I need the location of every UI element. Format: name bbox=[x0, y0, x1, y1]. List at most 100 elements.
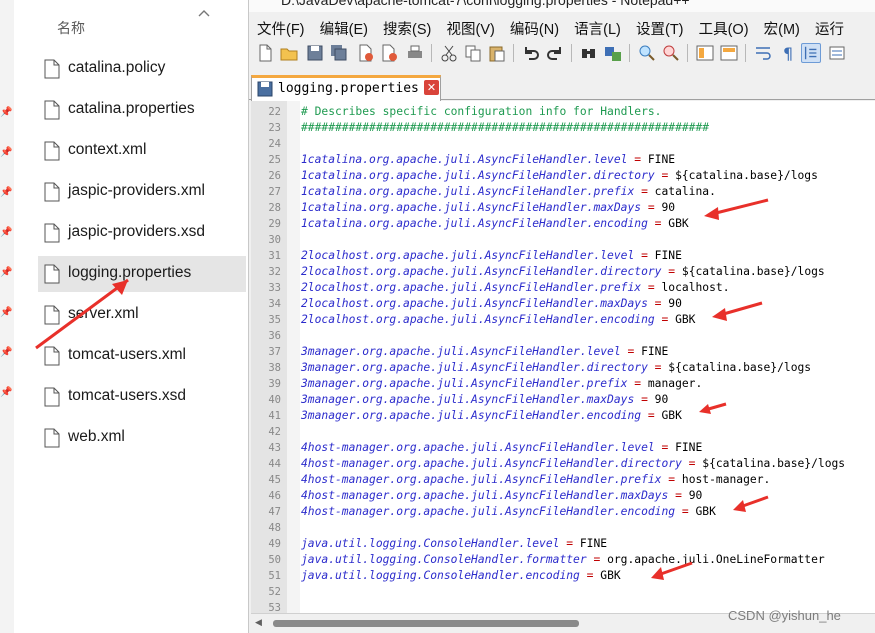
code-line[interactable]: 25 1catalina.org.apache.juli.AsyncFileHan… bbox=[251, 152, 875, 168]
title-bar[interactable]: D:\JavaDev\apache-tomcat-7\conf\logging.… bbox=[249, 0, 875, 12]
line-number: 23 bbox=[268, 122, 281, 134]
file-item[interactable]: catalina.policy bbox=[38, 51, 246, 87]
assignment-operator: = bbox=[647, 217, 669, 230]
code-line[interactable]: 22 # Describes specific configuration inf… bbox=[251, 104, 875, 120]
line-number: 43 bbox=[268, 442, 281, 454]
code-line[interactable]: 28 1catalina.org.apache.juli.AsyncFileHan… bbox=[251, 200, 875, 216]
file-item[interactable]: jaspic-providers.xml bbox=[38, 174, 246, 210]
code-editor[interactable]: 22 # Describes specific configuration inf… bbox=[251, 101, 875, 614]
column-header-name[interactable]: 名称 bbox=[57, 18, 85, 38]
menu-view[interactable]: 视图(V) bbox=[438, 14, 494, 39]
code-line[interactable]: 34 2localhost.org.apache.juli.AsyncFileHa… bbox=[251, 296, 875, 312]
pin-icon[interactable]: 📌 bbox=[0, 347, 12, 359]
property-key: 2localhost.org.apache.juli.AsyncFileHand… bbox=[301, 313, 655, 326]
pin-icon[interactable]: 📌 bbox=[0, 267, 12, 279]
cut-icon[interactable] bbox=[439, 43, 459, 63]
code-line[interactable]: 37 3manager.org.apache.juli.AsyncFileHand… bbox=[251, 344, 875, 360]
menu-settings[interactable]: 设置(T) bbox=[628, 14, 684, 39]
scrollbar-thumb[interactable] bbox=[273, 620, 579, 627]
menu-file[interactable]: 文件(F) bbox=[249, 14, 305, 39]
pin-icon[interactable]: 📌 bbox=[0, 107, 12, 119]
pin-icon[interactable]: 📌 bbox=[0, 227, 12, 239]
code-line[interactable]: 23 ######################################… bbox=[251, 120, 875, 136]
copy-icon[interactable] bbox=[463, 43, 483, 63]
menu-encoding[interactable]: 编码(N) bbox=[502, 14, 559, 39]
code-line[interactable]: 48 bbox=[251, 520, 875, 536]
indent-guide-icon[interactable] bbox=[801, 43, 821, 63]
toolbar-more-icon[interactable] bbox=[827, 43, 847, 63]
sync-vertical-icon[interactable] bbox=[695, 43, 715, 63]
open-file-icon[interactable] bbox=[279, 43, 299, 63]
code-line[interactable]: 30 bbox=[251, 232, 875, 248]
file-item[interactable]: context.xml bbox=[38, 133, 246, 169]
code-line[interactable]: 45 4host-manager.org.apache.juli.AsyncFil… bbox=[251, 472, 875, 488]
file-item[interactable]: catalina.properties bbox=[38, 92, 246, 128]
code-line[interactable]: 36 bbox=[251, 328, 875, 344]
code-line[interactable]: 41 3manager.org.apache.juli.AsyncFileHand… bbox=[251, 408, 875, 424]
code-line[interactable]: 33 2localhost.org.apache.juli.AsyncFileHa… bbox=[251, 280, 875, 296]
file-icon bbox=[44, 346, 60, 366]
pin-icon[interactable]: 📌 bbox=[0, 307, 12, 319]
code-line[interactable]: 35 2localhost.org.apache.juli.AsyncFileHa… bbox=[251, 312, 875, 328]
file-item[interactable]: tomcat-users.xsd bbox=[38, 379, 246, 415]
menu-search[interactable]: 搜索(S) bbox=[375, 14, 431, 39]
file-icon bbox=[44, 223, 60, 243]
sort-chevron-up-icon[interactable] bbox=[196, 6, 212, 20]
redo-icon[interactable] bbox=[545, 43, 565, 63]
file-item[interactable]: jaspic-providers.xsd bbox=[38, 215, 246, 251]
print-icon[interactable] bbox=[405, 43, 425, 63]
undo-icon[interactable] bbox=[521, 43, 541, 63]
code-line[interactable]: 32 2localhost.org.apache.juli.AsyncFileHa… bbox=[251, 264, 875, 280]
show-all-chars-icon[interactable]: ¶ bbox=[777, 43, 797, 63]
code-line[interactable]: 52 bbox=[251, 584, 875, 600]
close-file-icon[interactable] bbox=[355, 43, 375, 63]
code-line[interactable]: 46 4host-manager.org.apache.juli.AsyncFil… bbox=[251, 488, 875, 504]
code-line[interactable]: 39 3manager.org.apache.juli.AsyncFileHand… bbox=[251, 376, 875, 392]
code-line[interactable]: 44 4host-manager.org.apache.juli.AsyncFil… bbox=[251, 456, 875, 472]
code-line[interactable]: 40 3manager.org.apache.juli.AsyncFileHand… bbox=[251, 392, 875, 408]
line-number: 41 bbox=[268, 410, 281, 422]
code-line[interactable]: 49 java.util.logging.ConsoleHandler.level… bbox=[251, 536, 875, 552]
file-item[interactable]: web.xml bbox=[38, 420, 246, 456]
property-key: 2localhost.org.apache.juli.AsyncFileHand… bbox=[301, 249, 635, 262]
pin-icon[interactable]: 📌 bbox=[0, 147, 12, 159]
menu-tools[interactable]: 工具(O) bbox=[691, 14, 749, 39]
find-icon[interactable] bbox=[579, 43, 599, 63]
word-wrap-icon[interactable] bbox=[753, 43, 773, 63]
menu-macro[interactable]: 宏(M) bbox=[756, 14, 800, 39]
zoom-out-icon[interactable] bbox=[661, 43, 681, 63]
code-line[interactable]: 24 bbox=[251, 136, 875, 152]
code-line[interactable]: 38 3manager.org.apache.juli.AsyncFileHand… bbox=[251, 360, 875, 376]
replace-icon[interactable] bbox=[603, 43, 623, 63]
close-all-icon[interactable] bbox=[379, 43, 399, 63]
file-icon bbox=[44, 100, 60, 120]
file-item[interactable]: tomcat-users.xml bbox=[38, 338, 246, 374]
property-key: 4host-manager.org.apache.juli.AsyncFileH… bbox=[301, 505, 676, 518]
code-line[interactable]: 31 2localhost.org.apache.juli.AsyncFileHa… bbox=[251, 248, 875, 264]
tab-logging-properties[interactable]: logging.properties ✕ bbox=[251, 75, 441, 101]
save-all-icon[interactable] bbox=[329, 43, 349, 63]
scroll-left-icon[interactable]: ◀ bbox=[255, 617, 265, 629]
code-line[interactable]: 26 1catalina.org.apache.juli.AsyncFileHan… bbox=[251, 168, 875, 184]
paste-icon[interactable] bbox=[487, 43, 507, 63]
code-line[interactable]: 43 4host-manager.org.apache.juli.AsyncFil… bbox=[251, 440, 875, 456]
code-line[interactable]: 51 java.util.logging.ConsoleHandler.encod… bbox=[251, 568, 875, 584]
pin-icon[interactable]: 📌 bbox=[0, 387, 12, 399]
code-line[interactable]: 29 1catalina.org.apache.juli.AsyncFileHan… bbox=[251, 216, 875, 232]
code-line[interactable]: 47 4host-manager.org.apache.juli.AsyncFil… bbox=[251, 504, 875, 520]
code-line[interactable]: 50 java.util.logging.ConsoleHandler.forma… bbox=[251, 552, 875, 568]
assignment-operator: = bbox=[654, 313, 676, 326]
menu-language[interactable]: 语言(L) bbox=[566, 14, 621, 39]
menu-edit[interactable]: 编辑(E) bbox=[312, 14, 368, 39]
menu-run[interactable]: 运行 bbox=[807, 14, 844, 39]
code-line[interactable]: 27 1catalina.org.apache.juli.AsyncFileHan… bbox=[251, 184, 875, 200]
pin-icon[interactable]: 📌 bbox=[0, 187, 12, 199]
file-item[interactable]: logging.properties bbox=[38, 256, 246, 292]
close-icon[interactable]: ✕ bbox=[424, 80, 439, 95]
save-icon[interactable] bbox=[305, 43, 325, 63]
zoom-in-icon[interactable] bbox=[637, 43, 657, 63]
file-item[interactable]: server.xml bbox=[38, 297, 246, 333]
sync-horizontal-icon[interactable] bbox=[719, 43, 739, 63]
new-file-icon[interactable] bbox=[255, 43, 275, 63]
code-line[interactable]: 42 bbox=[251, 424, 875, 440]
